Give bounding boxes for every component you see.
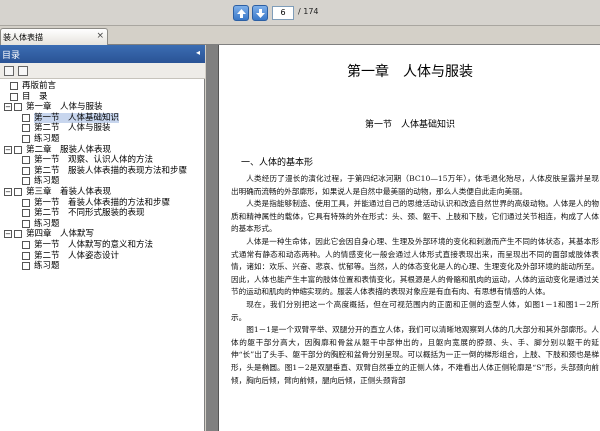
bookmark-label: 练习题 bbox=[34, 218, 60, 229]
bookmark-icon bbox=[22, 262, 30, 271]
document-page: 第一章 人体与服装 第一节 人体基础知识 一、人体的基本形 人类经历了漫长的演化… bbox=[218, 45, 600, 431]
body-text: 人类经历了漫长的演化过程，于第四纪冰河期（BC10—15万年），体毛退化殆尽，人… bbox=[231, 173, 599, 387]
expand-all-icon[interactable] bbox=[18, 66, 28, 76]
bookmark-icon bbox=[22, 113, 30, 122]
paragraph: 现在，我们分别把这一个高度概括，但在可视范围内的正面和正侧的造型人体，如图1－1… bbox=[231, 299, 599, 322]
collapse-icon[interactable]: − bbox=[4, 103, 12, 112]
page-total: / 174 bbox=[298, 7, 319, 16]
paragraph: 图1－1是一个双臂平举、双腿分开的直立人体，我们可以清晰地观察到人体的几大部分和… bbox=[231, 325, 599, 385]
bookmark-icon bbox=[22, 166, 30, 175]
collapse-panel-icon[interactable]: ◂ bbox=[196, 48, 200, 57]
bookmark-label: 第二节 人体姿态设计 bbox=[34, 250, 120, 261]
bookmark-label: 第二节 不同形式服装的表现 bbox=[34, 208, 145, 219]
bookmark-icon bbox=[22, 198, 30, 207]
bookmark-label: 第二章 服装人体表现 bbox=[26, 144, 112, 155]
document-viewport[interactable]: 第一章 人体与服装 第一节 人体基础知识 一、人体的基本形 人类经历了漫长的演化… bbox=[206, 45, 600, 431]
bookmark-label: 目 录 bbox=[22, 91, 48, 102]
bookmark-icon bbox=[22, 124, 30, 133]
bookmark-icon bbox=[14, 145, 22, 154]
page-number-input[interactable]: 6 bbox=[272, 6, 294, 20]
bookmark-icon bbox=[22, 156, 30, 165]
paragraph: 人类是指能够制造、使用工具，并能通过自己的思维活动认识和改造自然世界的高级动物。… bbox=[231, 199, 599, 234]
previous-page-button[interactable] bbox=[233, 5, 249, 21]
collapse-icon[interactable]: − bbox=[4, 230, 12, 239]
bookmark-icon bbox=[10, 82, 18, 90]
bookmark-icon bbox=[22, 177, 30, 186]
section-title: 第一节 人体基础知识 bbox=[364, 120, 455, 130]
bookmark-label: 第三章 着装人体表现 bbox=[26, 187, 112, 197]
close-icon[interactable]: × bbox=[96, 31, 104, 41]
subhead: 一、人体的基本形 bbox=[241, 158, 314, 168]
bookmark-label: 再版前言 bbox=[22, 81, 57, 91]
bookmark-label: 第一章 人体与服装 bbox=[26, 102, 103, 113]
bookmark-label: 第二节 服装人体表描的表现方法和步骤 bbox=[34, 165, 188, 176]
bookmark-label: 第一节 观察、认识人体的方法 bbox=[34, 155, 154, 166]
bookmark-label: 第二节 人体与服装 bbox=[34, 123, 111, 134]
bookmark-icon bbox=[22, 209, 30, 218]
next-page-button[interactable] bbox=[252, 5, 268, 21]
bookmarks-panel: 目录 ◂ 再版前言目 录 − 第一章 人体与服装 第一节 人体基础知识 第二节 人体与服… bbox=[0, 45, 205, 431]
toolbar: 6 / 174 bbox=[0, 0, 600, 26]
paragraph: 人类经历了漫长的演化过程，于第四纪冰河期（BC10—15万年），体毛退化殆尽，人… bbox=[231, 174, 599, 196]
options-icon[interactable] bbox=[4, 66, 14, 76]
bookmark-label: 第四章 人体默写 bbox=[26, 229, 95, 240]
bookmark-icon bbox=[22, 251, 30, 260]
document-tab[interactable]: 装人体表描 × bbox=[0, 28, 108, 45]
tab-strip: 装人体表描 × bbox=[0, 26, 600, 45]
bookmark-icon bbox=[14, 103, 22, 112]
bookmark-label: 第一节 人体基础知识 bbox=[34, 112, 120, 123]
collapse-icon[interactable]: − bbox=[4, 145, 12, 154]
bookmarks-panel-title: 目录 bbox=[2, 51, 21, 61]
document-tab-label: 装人体表描 bbox=[3, 33, 43, 42]
arrow-down-icon bbox=[256, 9, 265, 18]
bookmarks-panel-header: 目录 ◂ bbox=[0, 45, 205, 63]
collapse-icon[interactable]: − bbox=[4, 188, 12, 196]
bookmark-label: 第一节 人体默写的意义和方法 bbox=[34, 240, 154, 250]
bookmark-label: 练习题 bbox=[34, 261, 60, 272]
bookmark-icon bbox=[22, 241, 30, 249]
bookmark-icon bbox=[10, 92, 18, 101]
paragraph: 人体是一种生命体，因此它会因自身心理、生理及外部环境的变化和刺激而产生不同的体状… bbox=[231, 236, 599, 297]
arrow-up-icon bbox=[237, 9, 246, 18]
chapter-title: 第一章 人体与服装 bbox=[347, 64, 473, 80]
bookmarks-toolbar bbox=[0, 63, 205, 79]
bookmark-icon bbox=[14, 188, 22, 196]
bookmark-icon bbox=[14, 230, 22, 239]
bookmark-label: 练习题 bbox=[34, 134, 60, 144]
bookmark-label: 第一节 着装人体表描的方法和步骤 bbox=[34, 197, 171, 208]
bookmark-icon bbox=[22, 135, 30, 143]
bookmark-label: 练习题 bbox=[34, 176, 60, 187]
bookmark-icon bbox=[22, 219, 30, 228]
